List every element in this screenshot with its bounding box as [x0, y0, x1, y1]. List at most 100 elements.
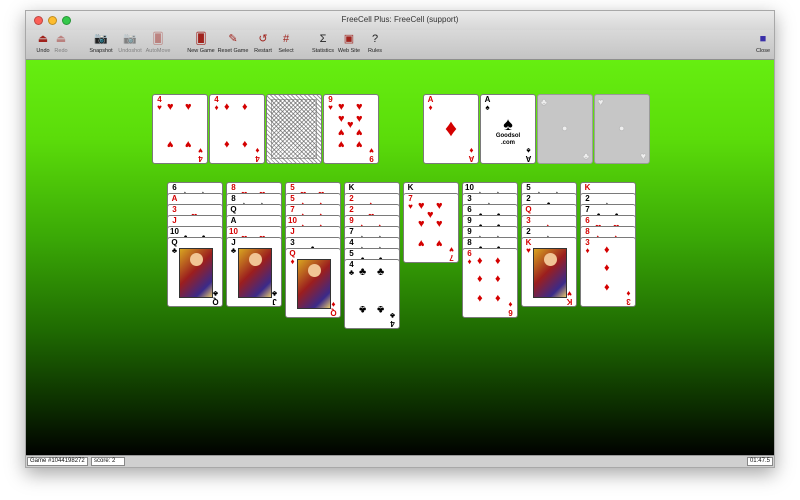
suit-pip-icon: ♦: [477, 292, 483, 304]
toolbar-button-label: AutoMove: [145, 48, 171, 54]
suit-pip-icon: ♥: [418, 237, 425, 249]
card-rank: K ♥: [525, 238, 532, 255]
card-rank-bottom: 3♦: [626, 289, 631, 306]
score: score: 2: [91, 457, 125, 466]
face-card-portrait: [297, 259, 331, 309]
card-rank-bottom: 4 ♥: [198, 146, 203, 163]
tableau-card[interactable]: Q ♦ Q ♦: [285, 248, 341, 318]
toolbar-button-label: Select: [278, 48, 294, 54]
tableau-card[interactable]: Q ♣ Q ♣: [167, 237, 223, 307]
close-button[interactable]: ■ Close: [746, 32, 774, 54]
card-rank: A ♠: [484, 95, 491, 112]
foundation-suit-icon: ♥: [598, 97, 604, 107]
card-rank: 4 ♦: [214, 95, 219, 112]
card-rank: Q ♦: [289, 249, 296, 266]
goodsol-logo: ♠ Goodsol .com: [495, 114, 521, 146]
tableau-card[interactable]: K ♥ K ♥: [521, 237, 577, 307]
suit-pip-icon: ♥: [338, 113, 345, 125]
card-rank: A ♦: [427, 95, 434, 112]
suit-pip-icon: ♦: [477, 273, 483, 285]
automove-button[interactable]: 🂠 AutoMove: [141, 32, 175, 54]
redo-button[interactable]: ⏏ Redo: [44, 32, 78, 54]
card-rank-bottom: A ♠: [525, 146, 532, 163]
rules-icon: ?: [371, 33, 379, 45]
card-rank-bottom: 9 ♥: [369, 146, 374, 163]
suit-pip-icon: ♦: [242, 138, 248, 150]
window-title: FreeCell Plus: FreeCell (support): [341, 15, 459, 24]
automove-icon: 🂠: [152, 33, 164, 45]
freecell-card[interactable]: 9 ♥ ♥ ♥ ♥ ♥ ♥ ♥ ♥ ♥ ♥ 9 ♥: [323, 94, 379, 164]
suit-pip-icon: ♥: [185, 101, 192, 113]
freecell-card[interactable]: 4 ♦ ♦ ♦ ♦ ♦ 4 ♦: [209, 94, 265, 164]
card-rank: Q ♣: [171, 238, 178, 255]
suit-pip-icon: ♥: [356, 113, 363, 125]
freecell-card[interactable]: 4 ♥ ♥ ♥ ♥ ♥ 4 ♥: [152, 94, 208, 164]
game-board: 4 ♥ ♥ ♥ ♥ ♥ 4 ♥ 4 ♦ ♦ ♦ ♦ ♦ 4 ♦ 9 ♥ ♥ ♥ ♥ ♥ ♥ ♥ ♥ ♥ ♥ 9 ♥ A ♦ ♦ A ♦ A ♠ ♠ Goo…: [26, 60, 774, 457]
card-rank-bottom: 4 ♦: [255, 146, 260, 163]
foundation-card[interactable]: A ♠ ♠ Goodsol .com A ♠: [480, 94, 536, 164]
suit-pip-icon: ♥: [427, 209, 434, 221]
select-button[interactable]: # Select: [269, 32, 303, 54]
suit-pip-icon: ♦: [495, 255, 501, 267]
toolbar-button-label: New Game: [187, 48, 215, 54]
card-rank-bottom: 4 ♣: [389, 311, 396, 328]
suit-pip-icon: ♥: [436, 218, 443, 230]
freecell-card[interactable]: [266, 94, 322, 164]
foundation-slot-empty[interactable]: ♥ ♥ ●: [594, 94, 650, 164]
foundation-card[interactable]: A ♦ ♦ A ♦: [423, 94, 479, 164]
foundation-suit-icon: ♥: [640, 151, 646, 161]
tableau-card[interactable]: J ♣ J ♣: [226, 237, 282, 307]
new-game-icon: 🂠: [195, 33, 207, 45]
toolbar-button-label: Close: [755, 48, 771, 54]
tableau-card[interactable]: 6 ♦ ♦ ♦ ♦ ♦ ♦ ♦ 6 ♦: [462, 248, 518, 318]
suit-pip-icon: ♥: [185, 138, 192, 150]
suit-pip-icon: ♥: [356, 138, 363, 150]
suit-pip-icon: ♥: [436, 237, 443, 249]
suit-pip-icon: ♥: [356, 126, 363, 138]
empty-slot-icon: ●: [562, 123, 568, 133]
face-card-portrait: [179, 248, 213, 298]
tableau-card[interactable]: 7 ♥ ♥ ♥ ♥ ♥ ♥ ♥ ♥ 7 ♥: [403, 193, 459, 263]
rules-button[interactable]: ? Rules: [358, 32, 392, 54]
toolbar-button-label: Reset Game: [217, 48, 249, 54]
foundation-suit-icon: ♣: [541, 97, 547, 107]
suit-pip-icon: ♦: [495, 292, 501, 304]
title-bar[interactable]: FreeCell Plus: FreeCell (support): [26, 11, 774, 30]
suit-pip-icon: ♦: [604, 244, 610, 256]
suit-pip-icon: ♦: [477, 255, 483, 267]
card-rank-bottom: A ♦: [468, 146, 475, 163]
reset-game-icon: ✎: [228, 33, 238, 45]
suit-pip-icon: ♥: [338, 126, 345, 138]
card-rank-bottom: K ♥: [566, 289, 573, 306]
suit-pip-icon: ♥: [436, 200, 443, 212]
tableau-card[interactable]: 3♦ ♦ ♦ ♦ 3♦: [580, 237, 636, 307]
card-rank-bottom: 6 ♦: [508, 300, 513, 317]
suit-pip-icon: ♦: [224, 101, 230, 113]
suit-pip-icon: ♣: [359, 303, 367, 315]
card-rank: 7 ♥: [408, 194, 413, 211]
suit-pip-icon: ♥: [418, 200, 425, 212]
suit-pip-icon: ♥: [347, 119, 354, 131]
card-rank: 3♦: [585, 238, 590, 255]
new-game-button[interactable]: 🂠 New Game: [184, 32, 218, 54]
suit-pip-icon: ♣: [377, 266, 385, 278]
suit-pip-icon: ♥: [338, 101, 345, 113]
suit-pip-icon: ♥: [418, 218, 425, 230]
card-rank-bottom: Q ♦: [330, 300, 337, 317]
game-timer: 01:47.5: [746, 457, 773, 466]
suit-pip-icon: ♥: [338, 138, 345, 150]
toolbar-button-label: Redo: [54, 48, 68, 54]
ace-pip-icon: ♦: [444, 115, 458, 142]
card-rank: 9 ♥: [328, 95, 333, 112]
status-bar: Game #1044198272 score: 2 01:47.5: [26, 455, 774, 467]
foundation-slot-empty[interactable]: ♣ ♣ ●: [537, 94, 593, 164]
suit-pip-icon: ♦: [495, 273, 501, 285]
suit-pip-icon: ♦: [224, 138, 230, 150]
tableau-card[interactable]: 4 ♣ ♣ ♣ ♣ ♣ 4 ♣: [344, 259, 400, 329]
card-rank-bottom: J ♣: [271, 289, 278, 306]
reset-game-button[interactable]: ✎ Reset Game: [216, 32, 250, 54]
suit-pip-icon: ♥: [167, 101, 174, 113]
toolbar-button-label: Rules: [367, 48, 383, 54]
suit-pip-icon: ♣: [359, 266, 367, 278]
suit-pip-icon: ♦: [242, 101, 248, 113]
